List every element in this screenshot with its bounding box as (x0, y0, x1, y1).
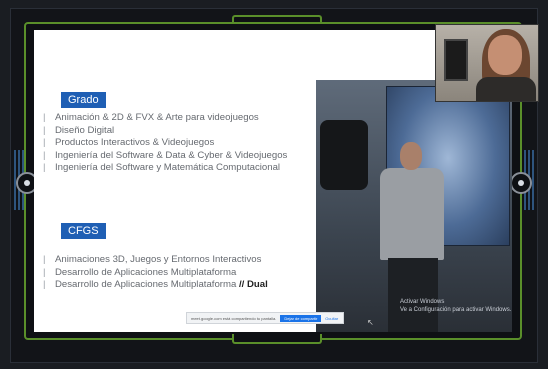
list-item: | Animaciones 3D, Juegos y Entornos Inter… (43, 254, 262, 265)
bullet-icon: | (43, 279, 46, 291)
bullet-icon: | (43, 162, 46, 174)
list-item: | Desarrollo de Aplicaciones Multiplatafo… (43, 279, 268, 291)
bullet-icon: | (43, 124, 46, 136)
participant-face (488, 35, 522, 75)
bullet-icon: | (43, 137, 46, 149)
hide-button[interactable]: Ocultar (325, 316, 338, 321)
stop-sharing-button[interactable]: Dejar de compartir (280, 314, 322, 322)
wall-art (444, 39, 468, 81)
grado-list: | Animación & 2D & FVX & Arte para videoj… (43, 112, 287, 175)
person-legs (388, 258, 438, 332)
screen-share-notification: meet.google.com está compartiendo tu pan… (186, 312, 344, 324)
vr-student-photo: Activar Windows Ve a Configuración para … (316, 80, 512, 332)
list-item: | Ingeniería del Software y Matemática Co… (43, 162, 281, 174)
person-body (380, 168, 444, 260)
participant-webcam-tile[interactable] (435, 24, 539, 102)
list-item: | Desarrollo de Aplicaciones Multiplatafo… (43, 266, 237, 278)
list-item: | Ingeniería del Software & Data & Cyber … (43, 149, 288, 161)
bullet-icon: | (43, 266, 46, 278)
bullet-icon: | (43, 112, 46, 123)
hud-node-right-icon (510, 172, 532, 194)
dual-label: // Dual (238, 279, 268, 291)
participant-shirt (476, 77, 536, 101)
list-item: | Animación & 2D & FVX & Arte para videoj… (43, 112, 259, 123)
bullet-icon: | (43, 254, 46, 265)
cfgs-list: | Animaciones 3D, Juegos y Entornos Inter… (43, 254, 268, 292)
notification-message: meet.google.com está compartiendo tu pan… (191, 315, 277, 321)
list-item: | Diseño Digital (43, 124, 115, 136)
cfgs-badge: CFGS (61, 223, 106, 239)
list-item: | Productos Interactivos & Videojuegos (43, 137, 215, 149)
hud-bottom-tab (232, 334, 322, 344)
bullet-icon: | (43, 149, 46, 161)
grado-badge: Grado (61, 92, 106, 108)
camera-icon (320, 120, 368, 190)
mouse-cursor-icon: ↖ (367, 318, 374, 327)
person-head (400, 142, 422, 170)
windows-watermark: Activar Windows Ve a Configuración para … (400, 299, 512, 313)
